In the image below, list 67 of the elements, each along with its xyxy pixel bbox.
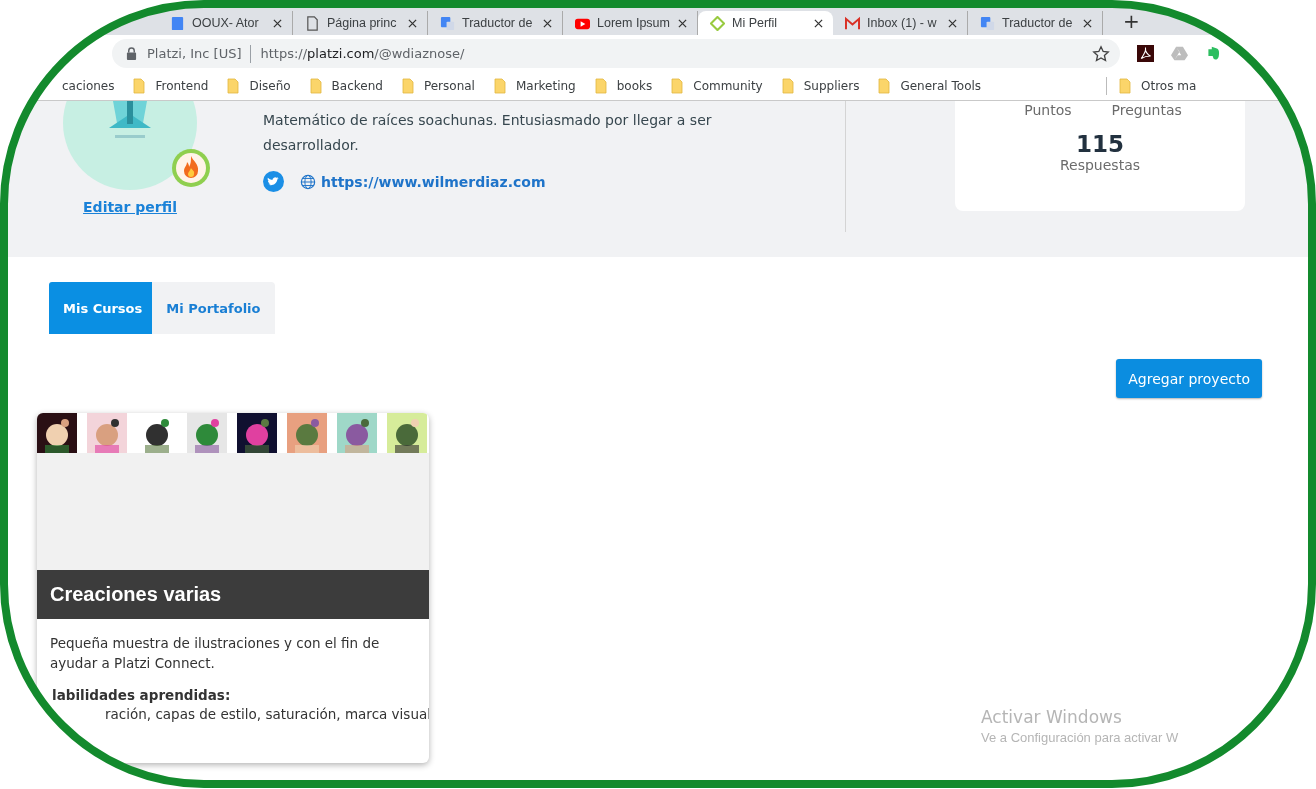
- diamond-icon: [710, 15, 725, 31]
- section-tab[interactable]: Mi Portafolio: [152, 282, 275, 334]
- bookmark-folder[interactable]: caciones: [62, 78, 115, 94]
- new-tab-button[interactable]: +: [1119, 9, 1144, 33]
- skills-heading: labilidades aprendidas:: [52, 687, 232, 703]
- folder-icon: [781, 78, 794, 94]
- close-icon[interactable]: [678, 18, 687, 28]
- bookmark-folder[interactable]: Diseño: [227, 78, 291, 94]
- bookmark-folder[interactable]: Frontend: [133, 78, 209, 94]
- folder-icon: [1119, 78, 1131, 94]
- stat-value: 115: [1076, 131, 1124, 157]
- site-identity: Platzi, Inc [US]: [147, 46, 242, 61]
- browser-tab[interactable]: Mi Perfil: [698, 11, 833, 35]
- stat-label: Respuestas: [1059, 157, 1140, 173]
- url-text: https://platzi.com/@wdiaznose/: [260, 46, 466, 61]
- folder-icon: [227, 78, 240, 94]
- activation-text: Ve a Configuración para activar W: [981, 730, 1179, 745]
- folder-icon: [133, 78, 146, 94]
- translate-icon: [440, 15, 455, 31]
- bird-icon[interactable]: [263, 171, 284, 192]
- folder-icon: [671, 78, 684, 94]
- folder-icon: [594, 78, 607, 94]
- document-icon: [170, 15, 185, 31]
- bookmark-folder[interactable]: General Tools: [878, 78, 982, 94]
- browser-tab[interactable]: Página princ: [293, 11, 428, 35]
- close-icon[interactable]: [1083, 18, 1092, 28]
- browser-tab[interactable]: OOUX- Ator: [158, 11, 293, 35]
- close-icon[interactable]: [948, 18, 957, 28]
- lock-icon: [126, 47, 137, 60]
- bookmark-folder[interactable]: Suppliers: [781, 78, 860, 94]
- stat-label: Preguntas: [1111, 102, 1182, 118]
- browser-tab[interactable]: Inbox (1) - w: [833, 11, 968, 35]
- project-card[interactable]: Creaciones varias Pequeña muestra de ilustraciones y con el fin de ayudar a Platzi Connect. labilidades aprendidas: ración, capas de estilo, saturación, marca visual: [37, 413, 429, 763]
- folder-icon: [401, 78, 414, 94]
- pdf-extension-icon[interactable]: [1137, 45, 1154, 62]
- mail-icon: [845, 15, 860, 31]
- fire-badge-icon: [171, 148, 211, 188]
- address-bar[interactable]: Platzi, Inc [US] https://platzi.com/@wdiaznose/: [112, 39, 1120, 68]
- edit-profile-link[interactable]: Editar perfil: [83, 199, 177, 215]
- project-title: Creaciones varias: [37, 570, 429, 619]
- activation-title: Activar Windows: [981, 707, 1123, 727]
- bookmark-folder[interactable]: Marketing: [493, 78, 576, 94]
- star-icon[interactable]: [1092, 44, 1110, 63]
- folder-icon: [493, 78, 506, 94]
- close-icon[interactable]: [408, 18, 417, 28]
- close-icon[interactable]: [814, 18, 823, 28]
- folder-icon: [878, 78, 891, 94]
- add-project-button[interactable]: Agregar proyecto: [1116, 359, 1262, 398]
- project-description: Pequeña muestra de ilustraciones y con el fin de ayudar a Platzi Connect.: [50, 634, 381, 673]
- bookmark-folder[interactable]: Community: [671, 78, 763, 94]
- stat-label: Puntos: [1024, 102, 1072, 118]
- other-bookmarks[interactable]: Otros ma: [1119, 78, 1197, 94]
- page-icon: [305, 15, 320, 31]
- close-icon[interactable]: [273, 18, 282, 28]
- bookmark-folder[interactable]: Personal: [401, 78, 475, 94]
- bookmark-folder[interactable]: books: [594, 78, 653, 94]
- bio-text: Matemático de raíces soachunas. Entusiasmado por llegar a ser desarrollador.: [263, 111, 713, 155]
- skills-text: ración, capas de estilo, saturación, marca visual: [105, 706, 429, 722]
- translate-icon: [980, 15, 995, 31]
- close-icon[interactable]: [543, 18, 552, 28]
- website-link[interactable]: https://www.wilmerdiaz.com: [300, 173, 546, 190]
- browser-tab[interactable]: Traductor de: [968, 11, 1103, 35]
- globe-icon: [300, 173, 316, 190]
- bookmark-folder[interactable]: Backend: [309, 78, 383, 94]
- browser-tab[interactable]: Traductor de: [428, 11, 563, 35]
- folder-icon: [309, 78, 322, 94]
- browser-tab[interactable]: Lorem Ipsum: [563, 11, 698, 35]
